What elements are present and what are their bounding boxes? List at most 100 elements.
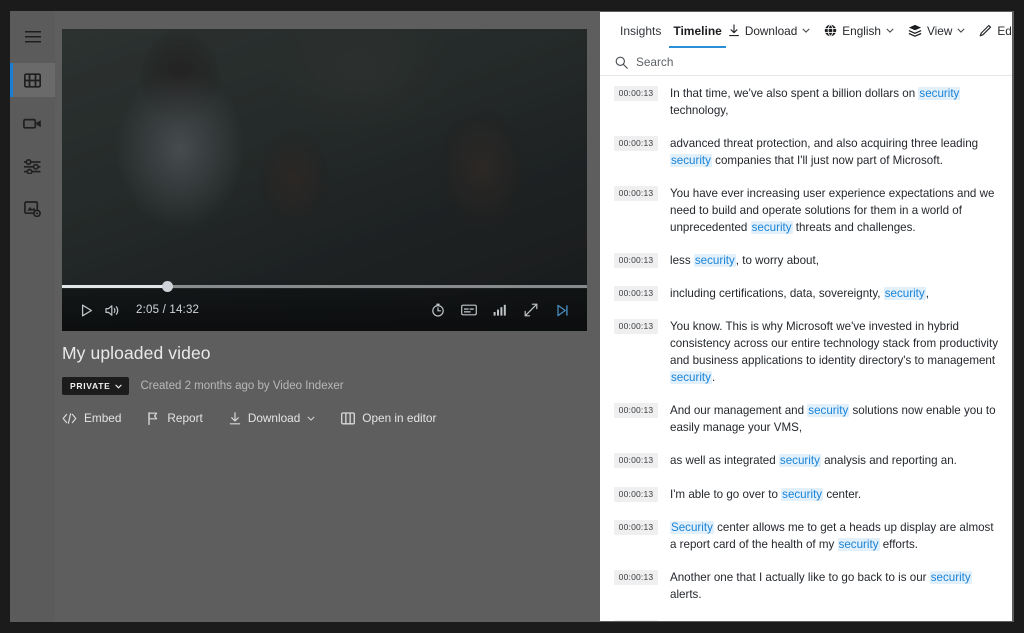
volume-button[interactable] [100,299,126,321]
transcript-row[interactable]: 00:00:13 You have ever increasing user ex… [600,177,1012,244]
embed-button[interactable]: Embed [62,411,121,425]
transcript-timestamp: 00:00:13 [614,570,658,585]
download-icon [229,412,241,425]
timer-icon [431,303,445,317]
code-icon [62,413,77,424]
transcript-panel: Insights Timeline Download [600,12,1012,621]
view-selector[interactable]: View [908,24,965,38]
transcript-text-segment: including certifications, data, sovereig… [670,287,884,300]
transcript-text: You have ever increasing user experience… [670,185,998,236]
transcript-highlight-term[interactable]: security [807,404,849,417]
transcript-row[interactable]: 00:00:13as well as integrated security a… [600,444,1012,477]
transcript-text: I'm able to go over to security center. [670,486,998,503]
signal-bars-icon [493,304,507,316]
tab-insights[interactable]: Insights [614,12,667,49]
transcript-timestamp: 00:00:13 [614,620,658,621]
panel-toolbar: Download [728,24,1012,38]
globe-icon [824,24,837,37]
language-label: English [842,24,881,38]
transcript-row[interactable]: 00:00:13 Security alerts are when there's… [600,611,1012,621]
model-customization-icon [24,201,41,217]
quality-button[interactable] [487,299,513,321]
transcript-text-segment: Another one that I actually like to go b… [670,571,930,584]
privacy-badge[interactable]: PRIVATE [62,377,129,395]
transcript-highlight-term[interactable]: security [779,454,821,467]
next-button[interactable] [549,299,575,321]
search-bar[interactable] [600,49,1012,76]
open-in-editor-label: Open in editor [362,411,436,425]
transcript-highlight-term[interactable]: security [751,221,793,234]
transcript-text-segment: efforts. [880,538,918,551]
progress-handle[interactable] [162,281,173,292]
captions-button[interactable] [456,299,482,321]
transcript-timestamp: 00:00:13 [614,186,658,201]
transcript-highlight-term[interactable]: Security [670,521,714,534]
transcript-text: And our management and security solution… [670,402,998,436]
playback-speed-button[interactable] [425,299,451,321]
transcript-row[interactable]: 00:00:13You know. This is why Microsoft … [600,310,1012,394]
transcript-text-segment: center allows me to get a heads up displ… [670,521,994,551]
time-display: 2:05 / 14:32 [136,304,199,316]
created-text: Created 2 months ago by Video Indexer [140,380,343,392]
transcript-text: Security alerts are when there's been an… [670,619,998,621]
transcript-row[interactable]: 00:00:13In that time, we've also spent a… [600,77,1012,127]
chevron-down-icon [957,28,965,33]
volume-icon [105,304,121,317]
player-controls: 2:05 / 14:32 [62,289,587,331]
panel-download-button[interactable]: Download [728,24,810,38]
transcript-text-segment: threats and challenges. [793,221,916,234]
search-input[interactable] [636,55,916,69]
transcript-row[interactable]: 00:00:13Security center allows me to get… [600,511,1012,561]
transcript-text-segment: alerts. [670,588,702,601]
transcript-row[interactable]: 00:00:13 Another one that I actually like… [600,561,1012,611]
sidebar-item-settings[interactable] [10,149,55,183]
transcript-text: less security, to worry about, [670,252,998,269]
captions-icon [461,304,477,316]
transcript-timestamp: 00:00:13 [614,403,658,418]
transcript-row[interactable]: 00:00:13 less security, to worry about, [600,244,1012,277]
sidebar-item-menu[interactable] [10,20,55,54]
transcript-text: You know. This is why Microsoft we've in… [670,318,998,386]
report-button[interactable]: Report [147,411,202,425]
progress-scrubber[interactable] [62,285,587,288]
transcript-row[interactable]: 00:00:13including certifications, data, … [600,277,1012,310]
next-icon [556,304,569,317]
transcript-highlight-term[interactable]: security [838,538,880,551]
transcript-text: as well as integrated security analysis … [670,452,998,469]
download-button[interactable]: Download [229,411,315,425]
transcript-text-segment: center. [823,488,861,501]
transcript-row[interactable]: 00:00:13 And our management and security … [600,394,1012,444]
play-button[interactable] [74,299,100,321]
download-icon [728,24,740,37]
transcript-highlight-term[interactable]: security [918,87,960,100]
progress-played [62,285,167,288]
transcript-timestamp: 00:00:13 [614,86,658,101]
open-in-editor-button[interactable]: Open in editor [341,411,436,425]
sidebar-item-model-customization[interactable] [10,192,55,226]
transcript-text-segment: technology, [670,104,728,117]
language-selector[interactable]: English [824,24,894,38]
sidebar-item-upload[interactable] [10,106,55,140]
hamburger-menu-icon [25,31,41,43]
transcript-timestamp: 00:00:13 [614,253,658,268]
main-column: 2:05 / 14:32 [55,11,600,622]
transcript-highlight-term[interactable]: security [670,154,712,167]
transcript-highlight-term[interactable]: security [670,371,712,384]
panel-download-label: Download [745,24,797,38]
edit-button[interactable]: Edit [979,24,1012,38]
video-player[interactable]: 2:05 / 14:32 [62,29,587,331]
transcript-highlight-term[interactable]: security [930,571,972,584]
transcript-highlight-term[interactable]: security [694,254,736,267]
transcript-text: Another one that I actually like to go b… [670,569,998,603]
sidebar-item-library[interactable] [10,63,55,97]
tab-timeline[interactable]: Timeline [667,12,727,49]
play-icon [81,304,93,317]
transcript-list[interactable]: 00:00:13In that time, we've also spent a… [600,77,1012,621]
expand-icon [524,303,538,317]
transcript-highlight-term[interactable]: security [781,488,823,501]
transcript-row[interactable]: 00:00:13advanced threat protection, and … [600,127,1012,177]
transcript-text-segment: You know. This is why Microsoft we've in… [670,320,998,367]
fullscreen-button[interactable] [518,299,544,321]
transcript-highlight-term[interactable]: security [884,287,926,300]
transcript-row[interactable]: 00:00:13I'm able to go over to security … [600,478,1012,511]
